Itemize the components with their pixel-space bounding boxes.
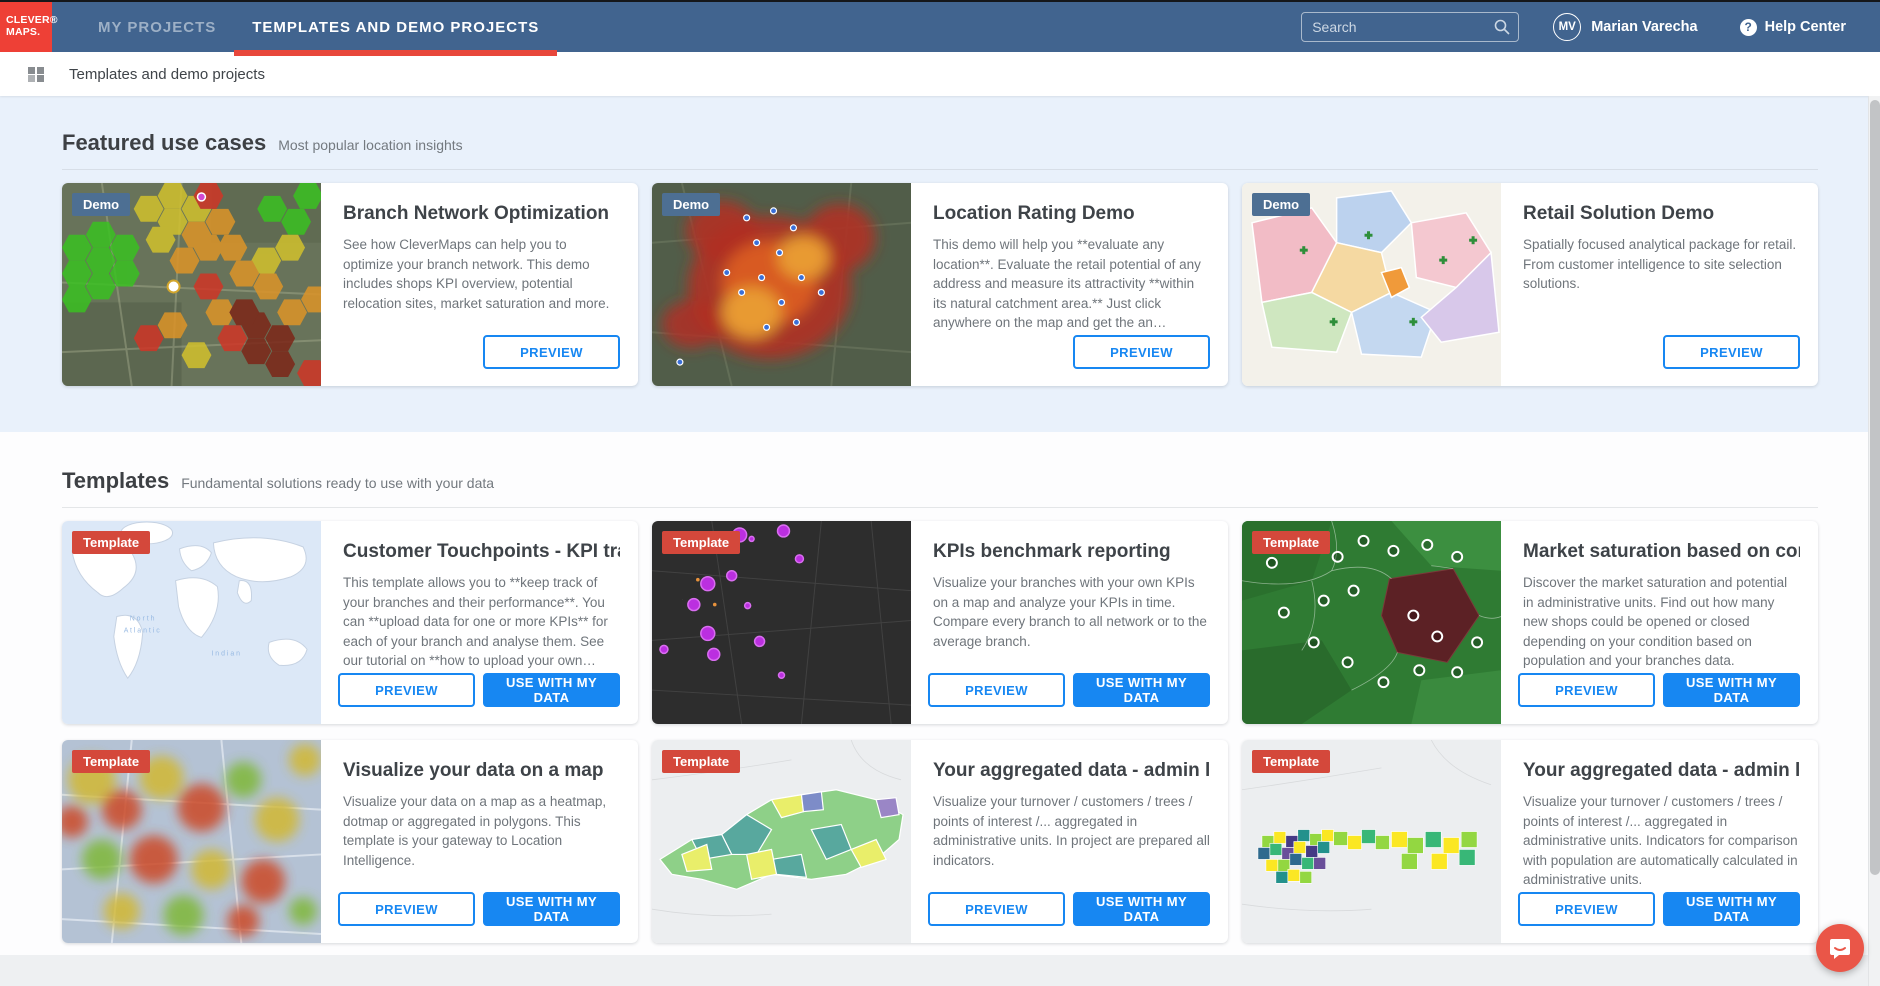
use-with-my-data-button[interactable]: USE WITH MY DATA bbox=[1073, 892, 1210, 926]
use-with-my-data-button[interactable]: USE WITH MY DATA bbox=[483, 892, 620, 926]
template-badge: Template bbox=[662, 750, 740, 773]
card-title: Customer Touchpoints - KPI tracki… bbox=[343, 541, 620, 563]
demo-badge: Demo bbox=[1252, 193, 1310, 216]
retail-solution-thumbnail[interactable]: Demo bbox=[1242, 183, 1501, 386]
card-title: Location Rating Demo bbox=[933, 203, 1210, 225]
help-label: Help Center bbox=[1765, 19, 1846, 35]
card-description: Visualize your turnover / customers / tr… bbox=[1523, 792, 1800, 890]
breadcrumb: Templates and demo projects bbox=[69, 66, 265, 83]
search-box[interactable] bbox=[1301, 12, 1519, 42]
search-input[interactable] bbox=[1312, 19, 1494, 35]
card-title: Your aggregated data - admin leve… bbox=[933, 760, 1210, 782]
preview-button[interactable]: PREVIEW bbox=[338, 673, 475, 707]
template-cards: N o r t h A t l a n t i c I n d i a n Temp… bbox=[62, 521, 1818, 943]
card-retail-solution-demo: Demo Retail Solution Demo Spatially focu… bbox=[1242, 183, 1818, 386]
featured-title: Featured use cases bbox=[62, 130, 266, 156]
help-center-link[interactable]: ? Help Center bbox=[1740, 19, 1846, 36]
card-title: Your aggregated data - admin leve… bbox=[1523, 760, 1800, 782]
fine-choropleth-thumbnail[interactable]: Template bbox=[1242, 740, 1501, 943]
choropleth-thumbnail[interactable]: Template bbox=[652, 740, 911, 943]
user-name: Marian Varecha bbox=[1591, 19, 1697, 35]
template-badge: Template bbox=[662, 531, 740, 554]
avatar: MV bbox=[1553, 13, 1581, 41]
featured-subtitle: Most popular location insights bbox=[278, 137, 462, 153]
divider bbox=[62, 169, 1818, 170]
preview-button[interactable]: PREVIEW bbox=[928, 892, 1065, 926]
template-badge: Template bbox=[1252, 750, 1330, 773]
templates-subtitle: Fundamental solutions ready to use with … bbox=[181, 475, 494, 491]
card-visualize-your-data: Template Visualize your data on a map Vi… bbox=[62, 740, 638, 943]
tab-templates-and-demo-projects[interactable]: TEMPLATES AND DEMO PROJECTS bbox=[234, 2, 557, 52]
templates-title: Templates bbox=[62, 468, 169, 494]
card-aggregated-data-admin-level-2: Template Your aggregated data - admin le… bbox=[1242, 740, 1818, 943]
market-saturation-thumbnail[interactable]: Template bbox=[1242, 521, 1501, 724]
clevermaps-logo[interactable]: CLEVER® MAPS. bbox=[0, 2, 52, 52]
card-title: Visualize your data on a map bbox=[343, 760, 620, 782]
card-description: Visualize your data on a map as a heatma… bbox=[343, 792, 620, 870]
template-badge: Template bbox=[72, 531, 150, 554]
card-description: Visualize your branches with your own KP… bbox=[933, 573, 1210, 651]
template-badge: Template bbox=[72, 750, 150, 773]
preview-button[interactable]: PREVIEW bbox=[1518, 892, 1655, 926]
preview-button[interactable]: PREVIEW bbox=[1518, 673, 1655, 707]
location-rating-thumbnail[interactable]: Demo bbox=[652, 183, 911, 386]
kpi-benchmark-thumbnail[interactable]: · Template bbox=[652, 521, 911, 724]
use-with-my-data-button[interactable]: USE WITH MY DATA bbox=[1663, 892, 1800, 926]
card-title: KPIs benchmark reporting bbox=[933, 541, 1210, 563]
card-description: Visualize your turnover / customers / tr… bbox=[933, 792, 1210, 870]
card-title: Branch Network Optimization bbox=[343, 203, 620, 225]
logo-line2: MAPS. bbox=[6, 27, 52, 39]
projects-grid-icon[interactable] bbox=[28, 67, 43, 82]
card-description: Spatially focused analytical package for… bbox=[1523, 235, 1800, 294]
chat-bubble-icon bbox=[1828, 936, 1852, 960]
card-location-rating-demo: Demo Location Rating Demo This demo will… bbox=[652, 183, 1228, 386]
preview-button[interactable]: PREVIEW bbox=[1073, 335, 1210, 369]
card-kpis-benchmark-reporting: · Template KPIs benchmark reporting Visu… bbox=[652, 521, 1228, 724]
preview-button[interactable]: PREVIEW bbox=[1663, 335, 1800, 369]
templates-section: Templates Fundamental solutions ready to… bbox=[0, 432, 1880, 955]
card-aggregated-data-admin-level-1: Template Your aggregated data - admin le… bbox=[652, 740, 1228, 943]
divider bbox=[62, 507, 1818, 508]
use-with-my-data-button[interactable]: USE WITH MY DATA bbox=[1663, 673, 1800, 707]
main-tabs: MY PROJECTS TEMPLATES AND DEMO PROJECTS bbox=[80, 2, 557, 52]
card-market-saturation: Template Market saturation based on cond… bbox=[1242, 521, 1818, 724]
help-icon: ? bbox=[1740, 19, 1757, 36]
card-description: Discover the market saturation and poten… bbox=[1523, 573, 1800, 671]
scrollbar[interactable] bbox=[1868, 96, 1880, 986]
demo-badge: Demo bbox=[72, 193, 130, 216]
tab-my-projects[interactable]: MY PROJECTS bbox=[80, 2, 234, 52]
demo-badge: Demo bbox=[662, 193, 720, 216]
scrollbar-thumb[interactable] bbox=[1870, 100, 1880, 875]
svg-text:I n d i a n: I n d i a n bbox=[211, 650, 240, 657]
template-badge: Template bbox=[1252, 531, 1330, 554]
branch-network-thumbnail[interactable]: Demo bbox=[62, 183, 321, 386]
chat-button[interactable] bbox=[1816, 924, 1864, 972]
card-title: Retail Solution Demo bbox=[1523, 203, 1800, 225]
heatmap-thumbnail[interactable]: Template bbox=[62, 740, 321, 943]
preview-button[interactable]: PREVIEW bbox=[928, 673, 1065, 707]
featured-cards: Demo Branch Network Optimization See how… bbox=[62, 183, 1818, 386]
use-with-my-data-button[interactable]: USE WITH MY DATA bbox=[1073, 673, 1210, 707]
featured-use-cases-section: Featured use cases Most popular location… bbox=[0, 96, 1880, 432]
card-branch-network-optimization: Demo Branch Network Optimization See how… bbox=[62, 183, 638, 386]
preview-button[interactable]: PREVIEW bbox=[338, 892, 475, 926]
search-icon bbox=[1494, 19, 1510, 35]
preview-button[interactable]: PREVIEW bbox=[483, 335, 620, 369]
card-description: This demo will help you **evaluate any l… bbox=[933, 235, 1210, 333]
top-nav: CLEVER® MAPS. MY PROJECTS TEMPLATES AND … bbox=[0, 2, 1880, 52]
card-description: This template allows you to **keep track… bbox=[343, 573, 620, 671]
breadcrumb-bar: Templates and demo projects bbox=[0, 52, 1880, 96]
user-menu[interactable]: MV Marian Varecha bbox=[1553, 13, 1697, 41]
world-map-thumbnail[interactable]: N o r t h A t l a n t i c I n d i a n Temp… bbox=[62, 521, 321, 724]
svg-text:A t l a n t i c: A t l a n t i c bbox=[124, 627, 160, 634]
card-title: Market saturation based on condit… bbox=[1523, 541, 1800, 563]
svg-text:N o r t h: N o r t h bbox=[130, 616, 155, 623]
card-customer-touchpoints: N o r t h A t l a n t i c I n d i a n Temp… bbox=[62, 521, 638, 724]
use-with-my-data-button[interactable]: USE WITH MY DATA bbox=[483, 673, 620, 707]
card-description: See how CleverMaps can help you to optim… bbox=[343, 235, 620, 313]
